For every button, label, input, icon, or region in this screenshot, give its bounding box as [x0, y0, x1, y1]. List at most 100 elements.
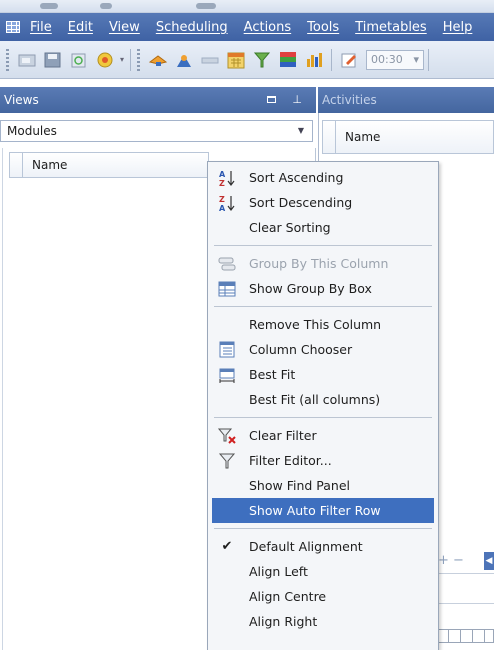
- views-pane-title: Views: [4, 93, 39, 107]
- default-alignment-item[interactable]: ✔ Default Alignment: [212, 534, 434, 559]
- default-alignment-label: Default Alignment: [249, 539, 363, 554]
- bar-icon[interactable]: [199, 49, 221, 71]
- grid-line: [430, 573, 494, 574]
- grid-frame-line: [2, 148, 3, 650]
- best-fit-all-label: Best Fit (all columns): [249, 392, 381, 407]
- views-combo-value: Modules: [7, 124, 57, 138]
- activities-pane-title: Activities: [322, 93, 377, 107]
- column-chooser-icon: [218, 341, 236, 358]
- column-chooser-label: Column Chooser: [249, 342, 353, 357]
- column-divider: [335, 121, 336, 153]
- chevron-down-icon[interactable]: ▼: [298, 126, 304, 135]
- views-combo[interactable]: Modules ▼: [0, 120, 313, 142]
- views-column-name: Name: [32, 158, 68, 172]
- timeline-ruler: [436, 629, 494, 643]
- best-fit-all-item[interactable]: Best Fit (all columns): [212, 387, 434, 412]
- toolbar-separator: [331, 48, 333, 71]
- pin-icon[interactable]: ⊥: [292, 93, 302, 106]
- chevron-left-icon[interactable]: ◀: [484, 552, 494, 570]
- column-chooser-item[interactable]: Column Chooser: [212, 337, 434, 362]
- filter-editor-item[interactable]: Filter Editor...: [212, 448, 434, 473]
- calendar-icon[interactable]: [225, 49, 247, 71]
- menu-separator: [214, 417, 432, 418]
- group-by-box-icon: [218, 280, 236, 297]
- show-find-panel-item[interactable]: Show Find Panel: [212, 473, 434, 498]
- activities-column-header[interactable]: Name: [322, 120, 494, 154]
- restore-icon[interactable]: [267, 96, 276, 103]
- svg-text:Z: Z: [219, 195, 225, 204]
- remove-column-label: Remove This Column: [249, 317, 382, 332]
- best-fit-icon: [218, 366, 236, 383]
- show-auto-filter-row-item[interactable]: Show Auto Filter Row: [212, 498, 434, 523]
- menu-separator: [214, 245, 432, 246]
- color-icon[interactable]: [277, 49, 299, 71]
- activities-pane-header: Activities: [318, 87, 494, 113]
- menu-actions[interactable]: Actions: [236, 20, 300, 35]
- align-left-label: Align Left: [249, 564, 308, 579]
- clear-sorting-item[interactable]: Clear Sorting: [212, 215, 434, 240]
- toolbar-grip[interactable]: [137, 48, 141, 71]
- app-grid-icon[interactable]: [6, 21, 20, 33]
- group-by-column-label: Group By This Column: [249, 256, 389, 271]
- group-by-column-item[interactable]: Group By This Column: [212, 251, 434, 276]
- user-icon[interactable]: [173, 49, 195, 71]
- chart-icon[interactable]: [303, 49, 325, 71]
- column-divider: [22, 153, 23, 177]
- column-context-menu: AZ Sort Ascending ZA Sort Descending Cle…: [207, 161, 439, 650]
- sort-descending-item[interactable]: ZA Sort Descending: [212, 190, 434, 215]
- align-left-item[interactable]: Align Left: [212, 559, 434, 584]
- sort-ascending-label: Sort Ascending: [249, 170, 344, 185]
- best-fit-item[interactable]: Best Fit: [212, 362, 434, 387]
- chevron-down-icon[interactable]: ▾: [120, 55, 124, 64]
- menu-file[interactable]: File: [28, 20, 60, 35]
- filter-editor-label: Filter Editor...: [249, 453, 332, 468]
- show-group-by-box-item[interactable]: Show Group By Box: [212, 276, 434, 301]
- menu-timetables[interactable]: Timetables: [347, 20, 435, 35]
- align-centre-label: Align Centre: [249, 589, 327, 604]
- views-column-header[interactable]: Name: [9, 152, 209, 178]
- views-pane-header: Views ⊥: [0, 87, 316, 113]
- clear-filter-label: Clear Filter: [249, 428, 317, 443]
- menu-help[interactable]: Help: [435, 20, 481, 35]
- title-fragment: [196, 3, 216, 9]
- refresh-icon[interactable]: [68, 49, 90, 71]
- hand-icon[interactable]: [147, 49, 169, 71]
- menu-separator: [214, 528, 432, 529]
- svg-text:Z: Z: [219, 179, 225, 187]
- filter-editor-icon: [218, 452, 236, 469]
- title-fragment: [40, 3, 58, 9]
- group-by-icon: [218, 255, 236, 272]
- align-centre-item[interactable]: Align Centre: [212, 584, 434, 609]
- menu-view[interactable]: View: [101, 20, 148, 35]
- align-right-label: Align Right: [249, 614, 318, 629]
- time-interval-value: 00:30: [371, 53, 403, 66]
- zoom-control[interactable]: + −: [438, 553, 464, 568]
- best-fit-label: Best Fit: [249, 367, 296, 382]
- menu-edit[interactable]: Edit: [60, 20, 101, 35]
- sort-ascending-icon: AZ: [218, 169, 236, 187]
- menu-tools[interactable]: Tools: [299, 20, 347, 35]
- align-right-item[interactable]: Align Right: [212, 609, 434, 634]
- new-icon[interactable]: [16, 49, 38, 71]
- menu-bar: File Edit View Scheduling Actions Tools …: [0, 13, 494, 41]
- activities-column-name: Name: [345, 130, 381, 144]
- chevron-down-icon: ▾: [413, 53, 420, 66]
- remove-column-item[interactable]: Remove This Column: [212, 312, 434, 337]
- menu-scheduling[interactable]: Scheduling: [148, 20, 236, 35]
- show-find-panel-label: Show Find Panel: [249, 478, 351, 493]
- save-icon[interactable]: [42, 49, 64, 71]
- filter-icon[interactable]: [251, 49, 273, 71]
- toolbar-separator: [428, 48, 430, 71]
- sort-ascending-item[interactable]: AZ Sort Ascending: [212, 165, 434, 190]
- options-icon[interactable]: [94, 49, 116, 71]
- checkmark-icon: ✔: [221, 539, 233, 554]
- sort-descending-label: Sort Descending: [249, 195, 353, 210]
- time-interval-combo[interactable]: 00:30 ▾: [366, 49, 425, 70]
- clear-filter-item[interactable]: Clear Filter: [212, 423, 434, 448]
- grid-line: [430, 603, 494, 604]
- window-title-strip: [0, 0, 494, 13]
- toolbar-grip[interactable]: [6, 48, 9, 71]
- svg-text:A: A: [219, 204, 226, 212]
- sort-descending-icon: ZA: [218, 194, 236, 212]
- edit-icon[interactable]: [338, 49, 360, 71]
